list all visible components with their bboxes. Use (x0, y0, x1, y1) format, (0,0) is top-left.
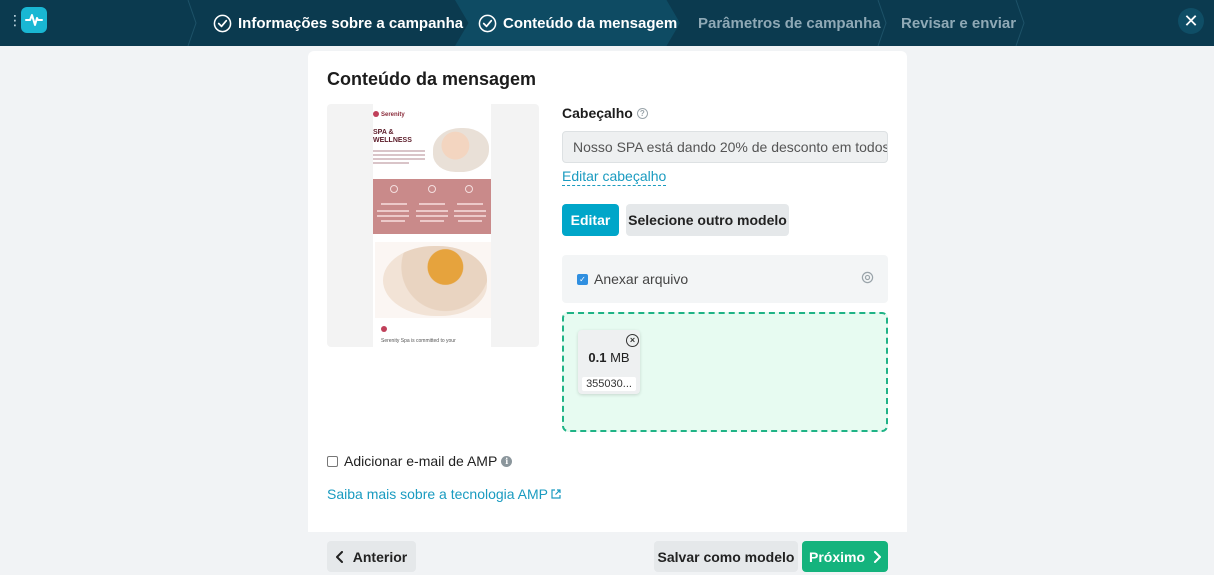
edit-button[interactable]: Editar (562, 204, 619, 236)
chevron-right-icon (874, 550, 881, 563)
header-label: Cabeçalho ? (562, 105, 648, 121)
preview-footer-text: Serenity Spa is committed to your (381, 338, 456, 344)
attach-file-label: Anexar arquivo (594, 271, 689, 287)
amp-email-label: Adicionar e-mail de AMP (344, 453, 498, 469)
amp-learn-more-link[interactable]: Saiba mais sobre a tecnologia AMP (327, 486, 561, 502)
step-label: Informações sobre a campanha (238, 14, 464, 32)
step-label: Parâmetros de campanha (698, 14, 881, 32)
file-dropzone[interactable]: × 0.1 MB 355030... (562, 312, 888, 432)
lotus-icon (373, 111, 379, 117)
paperclip-icon (861, 271, 874, 287)
preview-brand: Serenity (373, 111, 405, 118)
step-separator (187, 0, 197, 46)
check-circle-icon (478, 14, 497, 32)
step-campaign-info[interactable]: Informações sobre a campanha (213, 0, 463, 46)
attach-file-row: ✓ Anexar arquivo (562, 255, 888, 303)
amp-email-checkbox[interactable] (327, 455, 338, 467)
page-title: Conteúdo da mensagem (327, 69, 537, 89)
attach-file-checkbox[interactable]: ✓ (577, 273, 588, 285)
header-label-text: Cabeçalho (562, 105, 633, 121)
step-message-content[interactable]: Conteúdo da mensagem (478, 0, 677, 46)
email-template-preview[interactable]: Serenity SPA & WELLNESS Serenity Spa is c… (327, 104, 539, 347)
file-size-value: 0.1 (588, 350, 607, 365)
next-button-label: Próximo (808, 548, 865, 565)
email-preview-page: Serenity SPA & WELLNESS Serenity Spa is c… (373, 104, 491, 347)
edit-header-link[interactable]: Editar cabeçalho (562, 168, 667, 186)
preview-massage-image (375, 242, 491, 318)
chevron-left-icon (335, 550, 343, 563)
next-button[interactable]: Próximo (802, 541, 888, 572)
preview-features-block (373, 179, 491, 234)
back-button[interactable]: Anterior (327, 541, 416, 572)
app-logo-icon[interactable] (21, 7, 47, 33)
preview-hero-image (433, 128, 489, 172)
step-label: Revisar e enviar (901, 14, 1017, 32)
card-footer: Anterior Salvar como modelo Próximo (308, 532, 907, 575)
top-navigation-bar: ⋮ Informações sobre a campanha Conteúdo … (0, 0, 1214, 46)
lotus-icon (381, 326, 387, 332)
attached-file[interactable]: × 0.1 MB 355030... (578, 330, 640, 394)
select-template-button[interactable]: Selecione outro modelo (626, 204, 789, 236)
help-icon[interactable]: ? (636, 107, 648, 119)
file-size-unit: MB (610, 350, 630, 365)
preview-brand-text: Serenity (381, 112, 405, 118)
file-name: 355030... (582, 377, 636, 391)
preview-paragraph (373, 150, 425, 166)
step-review-send[interactable]: Revisar e enviar (901, 0, 1016, 46)
amp-email-row: Adicionar e-mail de AMP i (327, 453, 513, 469)
save-template-button[interactable]: Salvar como modelo (654, 541, 798, 572)
message-content-card: Conteúdo da mensagem Serenity SPA & WELLN… (308, 51, 907, 575)
close-button[interactable]: ✕ (1178, 8, 1204, 34)
more-vertical-icon[interactable]: ⋮ (8, 13, 22, 27)
header-field[interactable]: Nosso SPA está dando 20% de desconto em … (562, 131, 888, 163)
file-size: 0.1 MB (578, 350, 640, 365)
preview-headline-1: SPA & (373, 129, 394, 136)
remove-file-icon[interactable]: × (626, 334, 639, 347)
back-button-label: Anterior (352, 548, 408, 565)
preview-headline: SPA & WELLNESS (373, 129, 412, 145)
step-label: Conteúdo da mensagem (503, 14, 678, 32)
preview-headline-2: WELLNESS (373, 137, 412, 144)
amp-learn-more-text: Saiba mais sobre a tecnologia AMP (327, 486, 549, 502)
check-circle-icon (213, 14, 232, 32)
external-link-icon (551, 489, 561, 499)
step-campaign-parameters[interactable]: Parâmetros de campanha (698, 0, 881, 46)
info-icon[interactable]: i (501, 455, 513, 467)
close-icon: ✕ (1183, 10, 1199, 31)
